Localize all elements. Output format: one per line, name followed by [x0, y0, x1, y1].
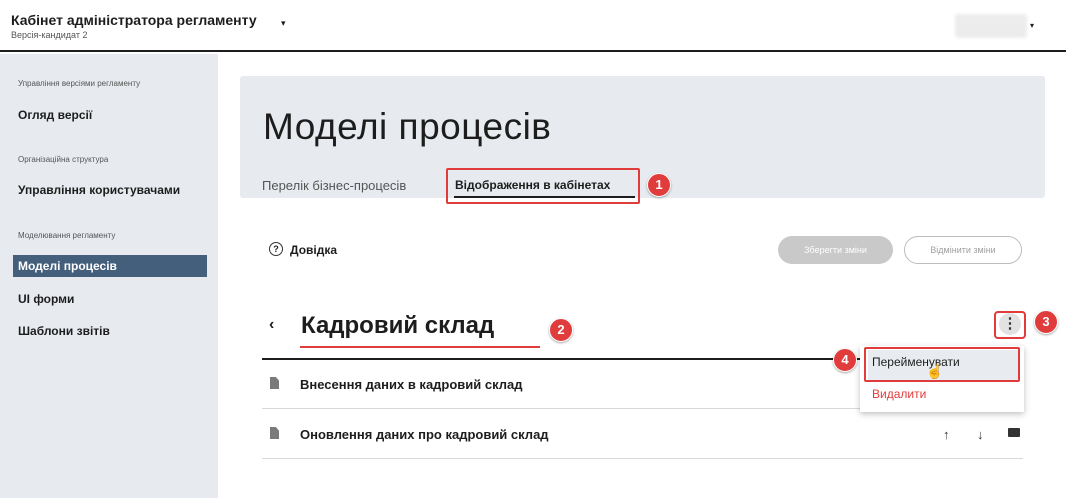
move-up-icon[interactable]: ↑	[943, 427, 950, 442]
sidebar-item-user-management[interactable]: Управління користувачами	[18, 183, 180, 197]
top-bar: Кабінет адміністратора регламенту ▾ Верс…	[0, 0, 1066, 52]
save-changes-button[interactable]: Зберегти зміни	[778, 236, 893, 264]
sidebar-group-org-structure: Організаційна структура	[18, 155, 109, 164]
sidebar-item-report-templates[interactable]: Шаблони звітів	[18, 324, 110, 338]
delete-menu-item[interactable]: Видалити	[872, 387, 926, 401]
sidebar-group-versions: Управління версіями регламенту	[18, 79, 141, 88]
page-header: Моделі процесів Перелік бізнес-процесів …	[240, 76, 1045, 204]
annotation-badge-2: 2	[549, 318, 573, 342]
page-title: Моделі процесів	[263, 106, 552, 147]
app-menu-caret-icon[interactable]: ▾	[281, 18, 286, 29]
move-down-icon[interactable]: ↓	[977, 427, 984, 442]
file-icon	[270, 377, 279, 389]
annotation-badge-4: 4	[833, 348, 857, 372]
list-item-label: Внесення даних в кадровий склад	[300, 377, 523, 392]
user-menu-avatar[interactable]	[955, 14, 1027, 38]
back-chevron-icon[interactable]: ‹	[269, 316, 274, 334]
sidebar: Управління версіями регламенту Огляд вер…	[0, 54, 218, 498]
tab-business-processes[interactable]: Перелік бізнес-процесів	[262, 178, 406, 193]
sidebar-item-ui-forms[interactable]: UI форми	[18, 292, 74, 306]
annotation-underline-title	[300, 346, 540, 348]
annotation-highlight-kebab	[994, 311, 1026, 339]
section-title: Кадровий склад	[301, 312, 495, 339]
app-title[interactable]: Кабінет адміністратора регламенту	[11, 12, 257, 28]
help-icon[interactable]: ?	[269, 242, 283, 256]
cancel-changes-button[interactable]: Відмінити зміни	[904, 236, 1022, 264]
sidebar-group-modeling: Моделювання регламенту	[18, 231, 116, 240]
annotation-badge-3: 3	[1034, 310, 1058, 334]
list-item-label: Оновлення даних про кадровий склад	[300, 427, 549, 442]
annotation-highlight-tab	[446, 168, 640, 204]
sidebar-item-process-models[interactable]: Моделі процесів	[13, 255, 207, 277]
file-icon	[270, 427, 279, 439]
user-menu-caret-icon[interactable]: ▾	[1030, 21, 1034, 30]
move-to-folder-icon[interactable]	[1008, 428, 1020, 437]
annotation-badge-1: 1	[647, 173, 671, 197]
list-item[interactable]: Оновлення даних про кадровий склад ↑ ↓	[262, 410, 1023, 459]
help-link[interactable]: Довідка	[290, 243, 337, 257]
hand-cursor-icon: ☝	[926, 363, 944, 379]
sidebar-item-version-overview[interactable]: Огляд версії	[18, 108, 92, 122]
app-version-subtitle: Версія-кандидат 2	[11, 30, 88, 40]
